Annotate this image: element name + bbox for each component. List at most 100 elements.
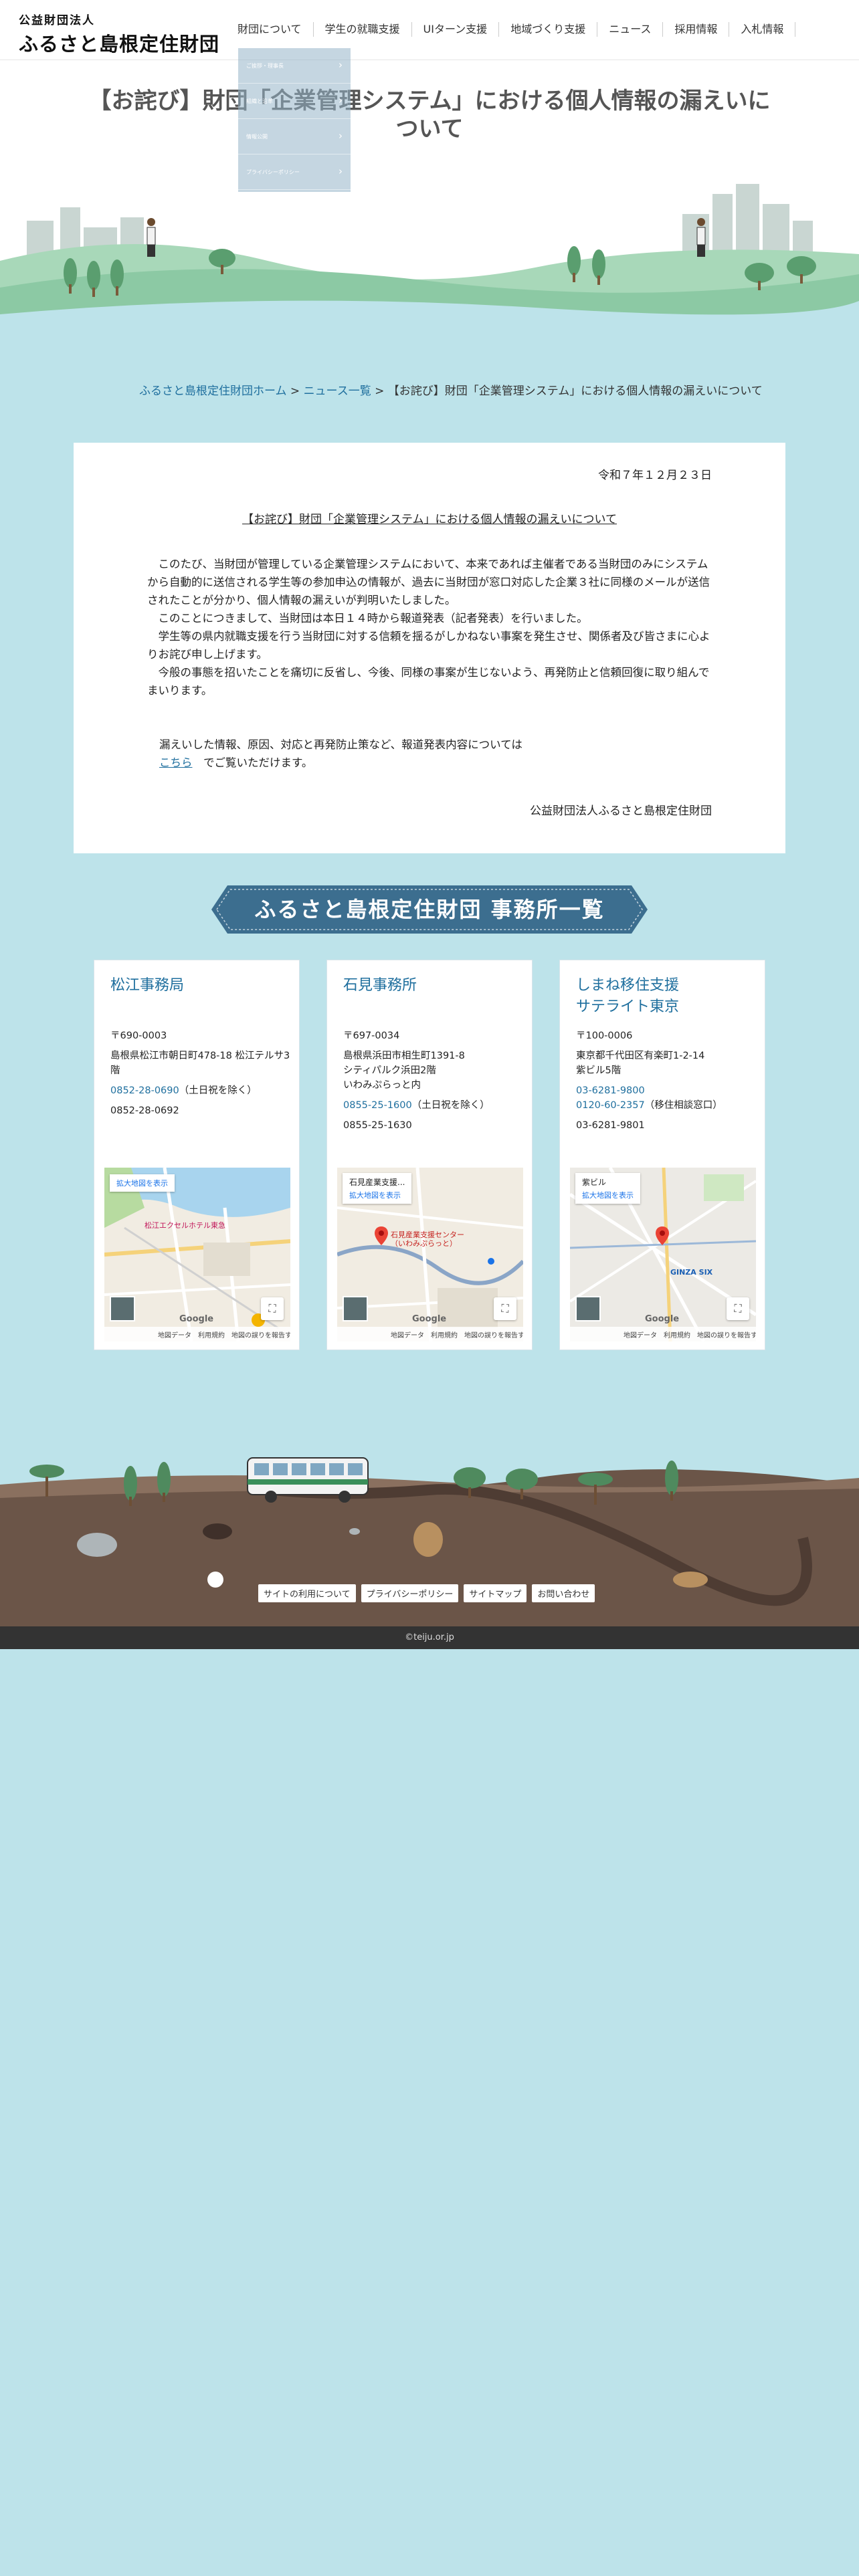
office-map[interactable]: 拡大地図を表示 松江エクセルホテル東急 ⛶ Google 地図データ 利用規約 …	[104, 1168, 290, 1341]
office-tel-note: （土日祝を除く）	[411, 1100, 490, 1111]
fullscreen-icon[interactable]: ⛶	[494, 1297, 516, 1320]
article-subject: 【お詫び】財団「企業管理システム」における個人情報の漏えいについて	[242, 513, 617, 526]
copyright: ©teiju.or.jp	[405, 1632, 454, 1642]
press-release-intro: 漏えいした情報、原因、対応と再発防止策など、報道発表内容については	[159, 738, 522, 751]
nav-bidding[interactable]: 入札情報	[729, 22, 796, 37]
office-tel-link[interactable]: 03-6281-9800	[576, 1083, 757, 1098]
office-name: しまね移住支援 サテライト東京	[576, 975, 757, 1018]
office-map[interactable]: 石見産業支援... 拡大地図を表示 石見産業支援センター（いわみぷらっと） ⛶ …	[337, 1168, 523, 1341]
breadcrumb-home-link[interactable]: ふるさと島根定住財団ホーム	[139, 385, 287, 398]
about-dropdown-menu: ご挨拶・理事長 › 組織と沿革 › 情報公開 › プライバシーポリシー ›	[238, 48, 351, 192]
chevron-right-icon: ›	[339, 130, 343, 142]
map-info-label: 石見産業支援... 拡大地図を表示	[343, 1173, 412, 1204]
breadcrumb-news-link[interactable]: ニュース一覧	[304, 385, 371, 398]
office-name: 松江事務局	[110, 977, 185, 994]
dropdown-item[interactable]: プライバシーポリシー ›	[238, 154, 351, 190]
office-address-line: 東京都千代田区有楽町1-2-14	[576, 1051, 705, 1061]
map-enlarge-link[interactable]: 拡大地図を表示	[349, 1190, 405, 1200]
office-address-line: シティパルク浜田2階	[343, 1065, 436, 1076]
dropdown-item-label: プライバシーポリシー	[246, 169, 300, 175]
street-view-thumbnail[interactable]	[343, 1296, 368, 1321]
street-view-thumbnail[interactable]	[110, 1296, 135, 1321]
map-enlarge-link[interactable]: 拡大地図を表示	[116, 1178, 168, 1188]
office-fax: 03-6281-9801	[576, 1120, 645, 1131]
office-tel2-link[interactable]: 0120-60-2357	[576, 1100, 645, 1111]
article-date: 令和７年１２月２３日	[598, 469, 712, 482]
office-card-tokyo: しまね移住支援 サテライト東京 〒100-0006 東京都千代田区有楽町1-2-…	[559, 960, 765, 1350]
google-logo: Google	[179, 1314, 214, 1324]
article-signature: 公益財団法人ふるさと島根定住財団	[530, 804, 712, 818]
footer-link-privacy[interactable]: プライバシーポリシー	[361, 1584, 459, 1602]
breadcrumb: ふるさと島根定住財団ホーム > ニュース一覧 > 【お詫び】財団「企業管理システ…	[139, 381, 763, 398]
map-info-label: 拡大地図を表示	[110, 1174, 175, 1192]
office-zip: 〒697-0034	[343, 1031, 400, 1041]
footer-nav: サイトの利用について プライバシーポリシー サイトマップ お問い合わせ	[258, 1584, 595, 1602]
map-attribution[interactable]: 地図データ 利用規約 地図の誤りを報告する	[337, 1327, 523, 1341]
news-article: 令和７年１２月２３日 【お詫び】財団「企業管理システム」における個人情報の漏えい…	[74, 443, 785, 853]
office-tel-note: （土日祝を除く）	[179, 1085, 257, 1096]
article-paragraph: このことにつきまして、当財団は本日１４時から報道発表（記者発表）を行いました。	[147, 612, 588, 625]
office-fax: 0852-28-0692	[110, 1105, 179, 1116]
map-place-name: 紫ビル	[582, 1178, 607, 1187]
nav-recruit[interactable]: 採用情報	[662, 22, 729, 37]
logo-small-text: 公益財団法人	[19, 14, 95, 27]
footer-illustration	[0, 1457, 859, 1649]
press-release-link[interactable]: こちら	[159, 756, 193, 769]
footer-link-terms[interactable]: サイトの利用について	[258, 1584, 356, 1602]
breadcrumb-current: 【お詫び】財団「企業管理システム」における個人情報の漏えいについて	[387, 385, 763, 398]
site-header: 公益財団法人 ふるさと島根定住財団 財団について 学生の就職支援 UIターン支援…	[0, 0, 859, 60]
press-release-outro: でご覧いただけます。	[192, 756, 313, 769]
map-pin-icon	[656, 1226, 669, 1245]
office-address-line: 島根県浜田市相生町1391-8	[343, 1051, 465, 1061]
nav-about[interactable]: 財団について	[226, 22, 313, 37]
office-tel-link[interactable]: 0855-25-1600	[343, 1100, 412, 1111]
chevron-right-icon: ›	[339, 94, 343, 106]
fullscreen-icon[interactable]: ⛶	[261, 1297, 284, 1320]
map-place-name: 石見産業支援...	[349, 1178, 405, 1187]
office-address: 島根県松江市朝日町478-18 松江テルサ3階	[110, 1051, 290, 1076]
article-body: このたび、当財団が管理している企業管理システムにおいて、本来であれば主催者である…	[147, 555, 712, 700]
footer-bar: ©teiju.or.jp	[0, 1626, 859, 1649]
map-attribution[interactable]: 地図データ 利用規約 地図の誤りを報告する	[570, 1327, 756, 1341]
office-fax: 0855-25-1630	[343, 1120, 412, 1131]
office-map[interactable]: 紫ビル 拡大地図を表示 GINZA SIX ⛶ Google 地図データ 利用規…	[570, 1168, 756, 1341]
page-hero: 【お詫び】財団「企業管理システム」における個人情報の漏えいについて	[0, 60, 859, 341]
dropdown-item[interactable]: 組織と沿革 ›	[238, 84, 351, 119]
office-name-line: しまね移住支援	[576, 977, 680, 994]
page-title: 【お詫び】財団「企業管理システム」における個人情報の漏えいについて	[88, 88, 771, 142]
google-logo: Google	[645, 1314, 680, 1324]
footer-link-contact[interactable]: お問い合わせ	[532, 1584, 595, 1602]
map-poi-label: 松江エクセルホテル東急	[145, 1221, 225, 1230]
nav-student-support[interactable]: 学生の就職支援	[312, 22, 411, 37]
map-enlarge-link[interactable]: 拡大地図を表示	[582, 1190, 634, 1200]
map-info-label: 紫ビル 拡大地図を表示	[575, 1173, 640, 1204]
press-release-paragraph: 漏えいした情報、原因、対応と再発防止策など、報道発表内容については こちら でご…	[159, 736, 522, 772]
nav-community[interactable]: 地域づくり支援	[498, 22, 597, 37]
offices-title: ふるさと島根定住財団 事務所一覧	[254, 897, 605, 922]
global-nav: 財団について 学生の就職支援 UIターン支援 地域づくり支援 ニュース 採用情報…	[226, 22, 796, 37]
site-logo[interactable]: 公益財団法人 ふるさと島根定住財団	[19, 11, 219, 57]
chevron-right-icon: ›	[339, 59, 343, 71]
dropdown-item-label: ご挨拶・理事長	[246, 63, 284, 69]
article-paragraph: 学生等の県内就職支援を行う当財団に対する信頼を揺るがしかねない事案を発生させ、関…	[147, 630, 710, 661]
map-poi-label: GINZA SIX	[670, 1268, 713, 1277]
nav-news[interactable]: ニュース	[597, 22, 662, 37]
map-poi-label: 石見産業支援センター（いわみぷらっと）	[391, 1230, 464, 1248]
article-paragraph: 今般の事態を招いたことを痛切に反省し、今後、同様の事案が生じないよう、再発防止と…	[147, 666, 710, 697]
dropdown-item-label: 組織と沿革	[246, 98, 273, 104]
fullscreen-icon[interactable]: ⛶	[727, 1297, 749, 1320]
map-pin-icon	[375, 1226, 388, 1245]
offices-heading: ふるさと島根定住財団 事務所一覧	[211, 885, 648, 934]
office-zip: 〒100-0006	[576, 1031, 633, 1041]
dropdown-item[interactable]: ご挨拶・理事長 ›	[238, 48, 351, 84]
office-details: 〒690-0003 島根県松江市朝日町478-18 松江テルサ3階 0852-2…	[110, 1029, 291, 1118]
nav-ui-turn[interactable]: UIターン支援	[411, 22, 499, 37]
article-paragraph: このたび、当財団が管理している企業管理システムにおいて、本来であれば主催者である…	[147, 558, 710, 607]
footer-link-sitemap[interactable]: サイトマップ	[464, 1584, 527, 1602]
map-attribution[interactable]: 地図データ 利用規約 地図の誤りを報告する	[104, 1327, 290, 1341]
chevron-right-icon: ›	[339, 165, 343, 177]
dropdown-item[interactable]: 情報公開 ›	[238, 119, 351, 154]
street-view-thumbnail[interactable]	[575, 1296, 601, 1321]
breadcrumb-separator: >	[286, 385, 304, 398]
office-tel-link[interactable]: 0852-28-0690	[110, 1085, 179, 1096]
